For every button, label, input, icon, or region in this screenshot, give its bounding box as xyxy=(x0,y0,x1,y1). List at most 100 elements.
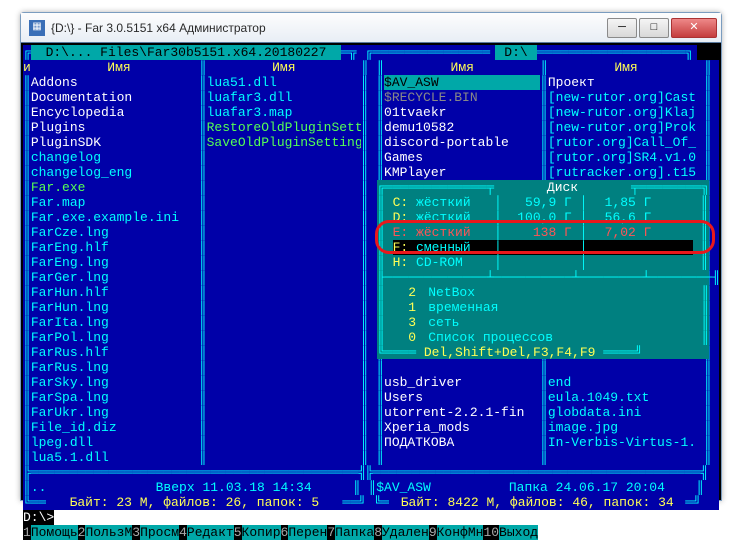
file-item[interactable] xyxy=(207,390,361,405)
file-item[interactable]: RestoreOldPluginSett xyxy=(207,120,361,135)
file-item[interactable]: luafar3.map xyxy=(207,105,361,120)
file-item[interactable] xyxy=(207,420,361,435)
disk-menu-num[interactable]: 3 xyxy=(393,315,413,330)
file-item[interactable]: KMPlayer xyxy=(384,165,540,180)
file-item[interactable] xyxy=(207,165,361,180)
file-item[interactable]: luafar3.dll xyxy=(207,90,361,105)
disk-menu-item[interactable]: Список процессов xyxy=(413,330,553,345)
file-item[interactable]: globdata.ini xyxy=(548,405,704,420)
file-item[interactable]: [rutor.org]Call_Of_ xyxy=(548,135,704,150)
file-item[interactable] xyxy=(207,360,361,375)
file-item[interactable]: FarSky.lng xyxy=(31,375,199,390)
left-path[interactable]: D:\... Files\Far30b5151.x64.20180227 xyxy=(31,45,341,60)
titlebar[interactable]: ▦ {D:\} - Far 3.0.5151 x64 Администратор… xyxy=(21,13,721,43)
disk-menu-item[interactable]: сеть xyxy=(413,315,460,330)
fkey-9[interactable]: КонфМн xyxy=(437,525,484,540)
disk-menu-item[interactable]: временная xyxy=(413,300,499,315)
file-item[interactable] xyxy=(207,315,361,330)
disk-row[interactable]: F: сменный │ │ xyxy=(393,240,693,255)
file-item[interactable]: [new-rutor.org]Prok xyxy=(548,120,704,135)
file-item[interactable]: Проект xyxy=(548,75,704,90)
fkey-7[interactable]: Папка xyxy=(335,525,374,540)
file-item[interactable]: Addons xyxy=(31,75,199,90)
file-item[interactable] xyxy=(207,210,361,225)
file-item[interactable]: [new-rutor.org]Klaj xyxy=(548,105,704,120)
file-item[interactable] xyxy=(207,375,361,390)
file-item[interactable]: FarSpa.lng xyxy=(31,390,199,405)
fkey-8[interactable]: Удален xyxy=(382,525,429,540)
file-item[interactable]: ПОДАТКОВА xyxy=(384,435,540,450)
file-item[interactable]: FarEng.hlf xyxy=(31,240,199,255)
file-item[interactable]: Far.exe xyxy=(31,180,199,195)
file-item[interactable]: $RECYCLE.BIN xyxy=(384,90,540,105)
maximize-button[interactable]: □ xyxy=(639,18,669,38)
file-item[interactable] xyxy=(384,450,540,465)
file-item[interactable]: [new-rutor.org]Cast xyxy=(548,90,704,105)
file-item[interactable]: Xperia_mods xyxy=(384,420,540,435)
file-item[interactable]: [rutor.org]SR4.v1.0 xyxy=(548,150,704,165)
fkey-6[interactable]: Перен xyxy=(288,525,327,540)
close-button[interactable]: ✕ xyxy=(671,18,717,38)
file-item[interactable]: File_id.diz xyxy=(31,420,199,435)
file-item[interactable] xyxy=(207,285,361,300)
file-item[interactable]: changelog_eng xyxy=(31,165,199,180)
file-item[interactable]: FarRus.lng xyxy=(31,360,199,375)
file-item[interactable]: FarHun.lng xyxy=(31,300,199,315)
file-item[interactable] xyxy=(207,240,361,255)
fkey-3[interactable]: Просм xyxy=(140,525,179,540)
file-item[interactable] xyxy=(207,225,361,240)
file-item[interactable]: FarGer.lng xyxy=(31,270,199,285)
disk-row[interactable]: H: CD-ROM │ │ xyxy=(393,255,693,270)
disk-menu-num[interactable]: 1 xyxy=(393,300,413,315)
file-item[interactable]: demu10582 xyxy=(384,120,540,135)
disk-row[interactable]: C: жёсткий │59,9 Г │1,85 Г xyxy=(393,195,693,210)
minimize-button[interactable]: ─ xyxy=(607,18,637,38)
file-item[interactable] xyxy=(384,360,540,375)
file-item[interactable] xyxy=(207,255,361,270)
left-hdr-name1[interactable]: Имя xyxy=(39,60,199,75)
file-item[interactable] xyxy=(207,405,361,420)
disk-selection-dialog[interactable]: ╔═════════════╤Диск╤════════╗ ║ C: жёстк… xyxy=(377,180,709,359)
file-item[interactable] xyxy=(548,450,704,465)
file-item[interactable]: Plugins xyxy=(31,120,199,135)
file-item[interactable]: 01tvaekr xyxy=(384,105,540,120)
disk-menu-item[interactable]: NetBox xyxy=(413,285,475,300)
file-item[interactable]: Documentation xyxy=(31,90,199,105)
file-item[interactable]: image.jpg xyxy=(548,420,704,435)
disk-menu-num[interactable]: 2 xyxy=(393,285,413,300)
file-item[interactable]: FarPol.lng xyxy=(31,330,199,345)
file-item[interactable]: lpeg.dll xyxy=(31,435,199,450)
right-hdr-name2[interactable]: Имя xyxy=(548,60,704,75)
file-item[interactable] xyxy=(207,270,361,285)
fkey-4[interactable]: Редакт xyxy=(187,525,234,540)
file-item[interactable]: lua51.dll xyxy=(207,75,361,90)
file-item[interactable]: discord-portable xyxy=(384,135,540,150)
file-item[interactable] xyxy=(207,330,361,345)
file-item[interactable] xyxy=(207,300,361,315)
file-item[interactable] xyxy=(207,450,361,465)
file-item[interactable]: FarHun.hlf xyxy=(31,285,199,300)
file-item[interactable] xyxy=(207,435,361,450)
file-item[interactable]: changelog xyxy=(31,150,199,165)
fkey-5[interactable]: Копир xyxy=(242,525,281,540)
right-path[interactable]: D:\ xyxy=(495,45,537,60)
file-item[interactable] xyxy=(207,345,361,360)
file-item[interactable]: Games xyxy=(384,150,540,165)
file-item[interactable]: FarUkr.lng xyxy=(31,405,199,420)
file-item[interactable]: In-Verbis-Virtus-1. xyxy=(548,435,704,450)
file-item[interactable]: FarCze.lng xyxy=(31,225,199,240)
command-prompt[interactable]: D:\> xyxy=(23,510,54,525)
file-item[interactable] xyxy=(207,195,361,210)
disk-menu-num[interactable]: 0 xyxy=(393,330,413,345)
disk-row[interactable]: D: жёсткий │100,0 Г │56,6 Г xyxy=(393,210,693,225)
file-item[interactable]: Far.exe.example.ini xyxy=(31,210,199,225)
left-hdr-name2[interactable]: Имя xyxy=(207,60,361,75)
fkey-2[interactable]: ПользМ xyxy=(85,525,132,540)
file-item[interactable]: Encyclopedia xyxy=(31,105,199,120)
file-item[interactable] xyxy=(548,360,704,375)
file-item[interactable]: lua5.1.dll xyxy=(31,450,199,465)
file-item[interactable]: PluginSDK xyxy=(31,135,199,150)
file-item[interactable]: [rutracker.org].t15 xyxy=(548,165,704,180)
file-item[interactable]: eula.1049.txt xyxy=(548,390,704,405)
disk-row[interactable]: E: жёсткий │138 Г │7,02 Г xyxy=(393,225,693,240)
